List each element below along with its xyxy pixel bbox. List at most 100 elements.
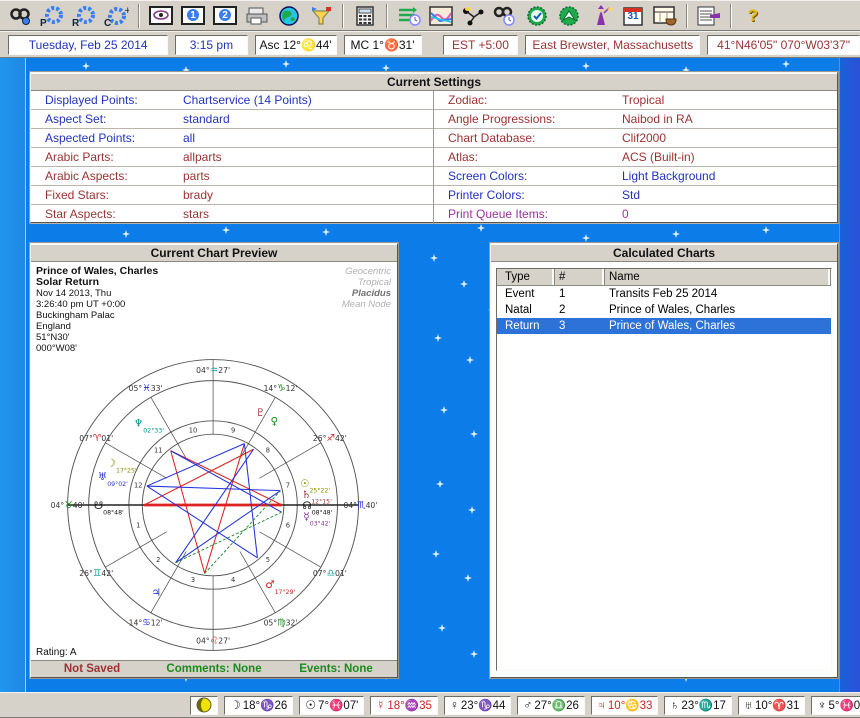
planet-position-bar: ☽18°♑26 ☉7°♓07' ☿18°♒35 ♀23°♑44 ♂27°♎26 …	[0, 692, 860, 718]
setting-print-queue[interactable]: Print Queue Items:0	[434, 205, 837, 224]
svg-text:10: 10	[189, 427, 198, 435]
uranus-position: ♅10°♈31	[738, 696, 806, 715]
main-toolbar: P R + C 1 2	[0, 0, 860, 31]
svg-text:05°♍32': 05°♍32'	[264, 618, 298, 629]
svg-text:☽17°25': ☽17°25'	[107, 458, 137, 475]
mars-position: ♂27°♎26	[517, 696, 585, 715]
view-chart-icon[interactable]	[146, 3, 176, 29]
chart-wheel[interactable]: 04°♒27' 14°♑12' 26°♐42' 04°♏40' 07°♎01' …	[33, 350, 397, 660]
chart-date: Nov 14 2013, Thu	[36, 288, 158, 299]
svg-text:♀: ♀	[271, 416, 279, 428]
astro-map-icon[interactable]	[458, 3, 488, 29]
current-time-field[interactable]: 3:15 pm	[175, 35, 247, 55]
calculated-charts-list: Type # Name Event 1 Transits Feb 25 2014…	[496, 268, 832, 671]
data-search-icon[interactable]	[490, 3, 520, 29]
progressed-chart-icon[interactable]: P	[38, 3, 68, 29]
svg-text:♃: ♃	[152, 587, 161, 599]
coordinates-field[interactable]: 41°N46'05" 070°W03'37"	[707, 35, 860, 55]
comments-status: Comments: None	[153, 663, 275, 675]
svg-text:11: 11	[154, 447, 163, 455]
timezone-field[interactable]: EST +5:00	[443, 35, 519, 55]
svg-text:♂17°29': ♂17°29'	[265, 579, 295, 596]
svg-text:4: 4	[231, 576, 235, 584]
save-status: Not Saved	[31, 663, 153, 675]
calculator-icon[interactable]	[350, 3, 380, 29]
svg-text:04°♏40': 04°♏40'	[343, 500, 377, 511]
settings-left-column: Displayed Points:Chartservice (14 Points…	[31, 91, 434, 224]
svg-text:04°♒27': 04°♒27'	[196, 365, 230, 376]
svg-text:26°♐42': 26°♐42'	[313, 433, 347, 444]
setting-chart-database[interactable]: Chart Database:Clif2000	[434, 129, 837, 148]
calendar-icon[interactable]: 31	[618, 3, 648, 29]
calculated-charts-title: Calculated Charts	[491, 244, 837, 262]
graphs-icon[interactable]	[426, 3, 456, 29]
chart-row-return-selected[interactable]: Return 3 Prince of Wales, Charles	[497, 318, 831, 334]
find-chart-icon[interactable]	[6, 3, 36, 29]
calculated-charts-panel: Calculated Charts Type # Name Event 1 Tr…	[490, 243, 838, 678]
chart-latitude: 51°N30'	[36, 332, 158, 343]
svg-text:04°♉40': 04°♉40'	[51, 500, 85, 511]
atlas-globe-icon[interactable]	[274, 3, 304, 29]
toolbar-separator	[386, 4, 388, 28]
toolbar-separator	[138, 4, 140, 28]
chart-row-natal[interactable]: Natal 2 Prince of Wales, Charles	[497, 302, 831, 318]
svg-text:07°♎01': 07°♎01'	[313, 568, 347, 579]
chart-info-bar: Tuesday, Feb 25 2014 3:15 pm Asc 12°♌44'…	[0, 31, 860, 58]
setting-zodiac[interactable]: Zodiac:Tropical	[434, 91, 837, 110]
screen-1-icon[interactable]: 1	[178, 3, 208, 29]
setting-aspected-points[interactable]: Aspected Points:all	[31, 129, 433, 148]
setting-angle-progressions[interactable]: Angle Progressions:Naibod in RA	[434, 110, 837, 129]
svg-text:+: +	[124, 6, 129, 16]
svg-text:☋08°48': ☋08°48'	[94, 500, 124, 517]
mercury-position-retrograde: ☿18°♒35	[370, 696, 438, 715]
svg-text:6: 6	[286, 521, 290, 529]
wizard-icon[interactable]	[586, 3, 616, 29]
column-type[interactable]: Type	[497, 269, 555, 285]
return-chart-icon[interactable]: R	[70, 3, 100, 29]
toolbar-separator	[686, 4, 688, 28]
chart-place: Buckingham Palac	[36, 310, 158, 321]
day-planner-icon[interactable]	[650, 3, 680, 29]
setting-aspect-set[interactable]: Aspect Set:standard	[31, 110, 433, 129]
chart-preview-footer: Not Saved Comments: None Events: None	[31, 660, 397, 677]
print-icon[interactable]	[242, 3, 272, 29]
help-icon[interactable]: ?	[738, 3, 768, 29]
sun-position: ☉7°♓07'	[299, 696, 364, 715]
jupiter-position-retrograde: ♃10°♋33	[591, 696, 659, 715]
toolbar-separator	[730, 4, 732, 28]
ascendant-field[interactable]: Asc 12°♌44'	[255, 35, 337, 55]
screen-2-icon[interactable]: 2	[210, 3, 240, 29]
setting-arabic-aspects[interactable]: Arabic Aspects:parts	[31, 167, 433, 186]
chart-row-event[interactable]: Event 1 Transits Feb 25 2014	[497, 286, 831, 302]
location-field[interactable]: East Brewster, Massachusetts	[525, 35, 700, 55]
setting-displayed-points[interactable]: Displayed Points:Chartservice (14 Points…	[31, 91, 433, 110]
setting-printer-colors[interactable]: Printer Colors:Std	[434, 186, 837, 205]
toolbar-separator	[342, 4, 344, 28]
column-number[interactable]: #	[555, 269, 605, 285]
current-date-field[interactable]: Tuesday, Feb 25 2014	[8, 35, 168, 55]
svg-text:04°♌27': 04°♌27'	[196, 636, 230, 647]
svg-text:12: 12	[134, 481, 143, 489]
chart-preview-title: Current Chart Preview	[31, 244, 397, 262]
setting-star-aspects[interactable]: Star Aspects:stars	[31, 205, 433, 224]
column-name[interactable]: Name	[605, 269, 831, 285]
setting-screen-colors[interactable]: Screen Colors:Light Background	[434, 167, 837, 186]
moon-phase-icon	[190, 696, 218, 715]
venus-position: ♀23°♑44	[444, 696, 512, 715]
chart-preview-body[interactable]: Prince of Wales, Charles Solar Return No…	[31, 262, 397, 660]
electional-clock-icon[interactable]	[522, 3, 552, 29]
setting-fixed-stars[interactable]: Fixed Stars:brady	[31, 186, 433, 205]
time-tools-icon[interactable]	[394, 3, 424, 29]
events-status: Events: None	[275, 663, 397, 675]
midheaven-field[interactable]: MC 1°♉31'	[344, 35, 422, 55]
chart-info-block: Prince of Wales, Charles Solar Return No…	[36, 266, 158, 354]
sports-astrology-icon[interactable]	[554, 3, 584, 29]
svg-text:05°♓33': 05°♓33'	[129, 383, 163, 394]
composite-chart-icon[interactable]: + C	[102, 3, 132, 29]
svg-text:♆02°33': ♆02°33'	[134, 418, 164, 435]
interpretation-list-icon[interactable]	[694, 3, 724, 29]
filter-icon[interactable]	[306, 3, 336, 29]
setting-arabic-parts[interactable]: Arabic Parts:allparts	[31, 148, 433, 167]
setting-atlas[interactable]: Atlas:ACS (Built-in)	[434, 148, 837, 167]
svg-text:14°♑12': 14°♑12'	[264, 383, 298, 394]
